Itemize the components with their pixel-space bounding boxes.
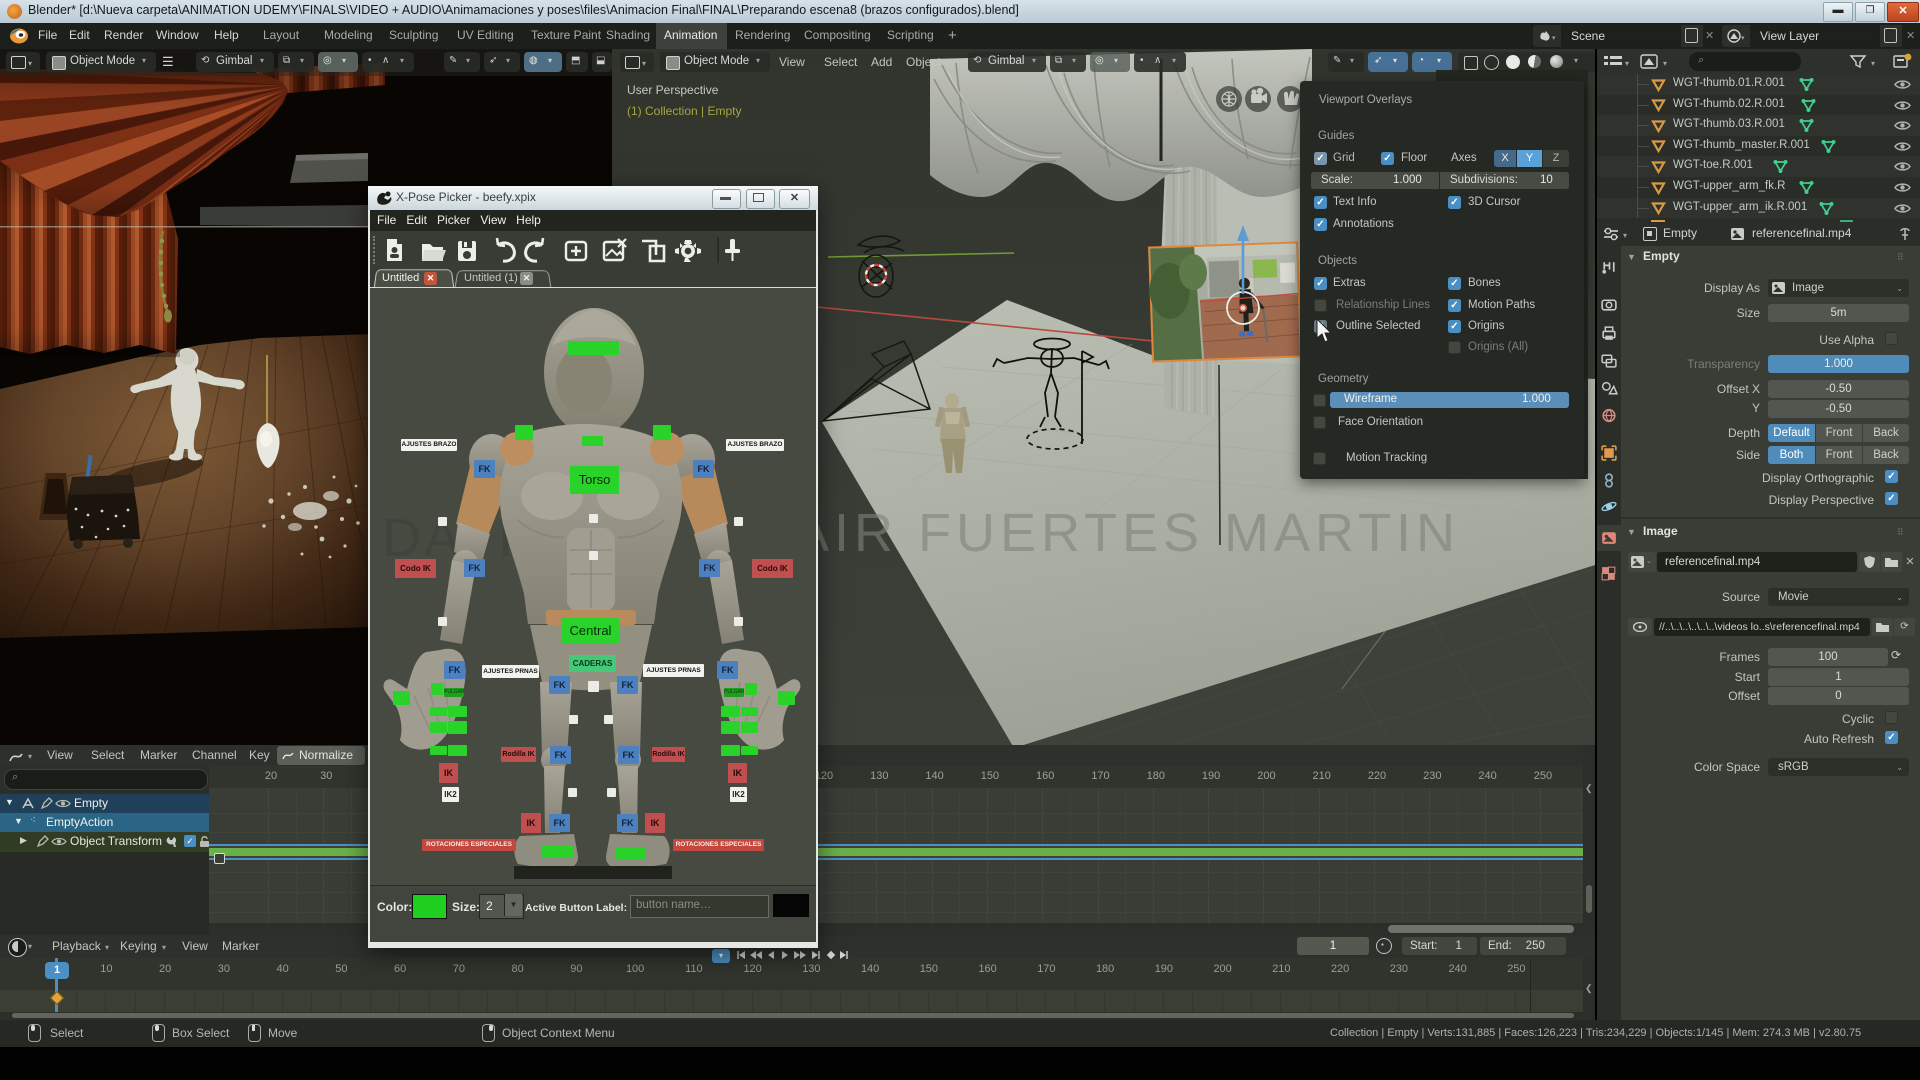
svg-text:▾: ▾ <box>1741 35 1745 42</box>
svg-text:▾: ▾ <box>1663 59 1667 68</box>
svg-text:User Perspective: User Perspective <box>627 83 719 97</box>
svg-text:▾: ▾ <box>1871 59 1875 68</box>
svg-text:▾: ▾ <box>1552 35 1556 42</box>
svg-text:▾: ▾ <box>28 752 32 761</box>
svg-text:▾: ▾ <box>1623 231 1627 240</box>
svg-text:▾: ▾ <box>1625 59 1629 68</box>
svg-text:(1) Collection | Empty: (1) Collection | Empty <box>627 104 742 118</box>
